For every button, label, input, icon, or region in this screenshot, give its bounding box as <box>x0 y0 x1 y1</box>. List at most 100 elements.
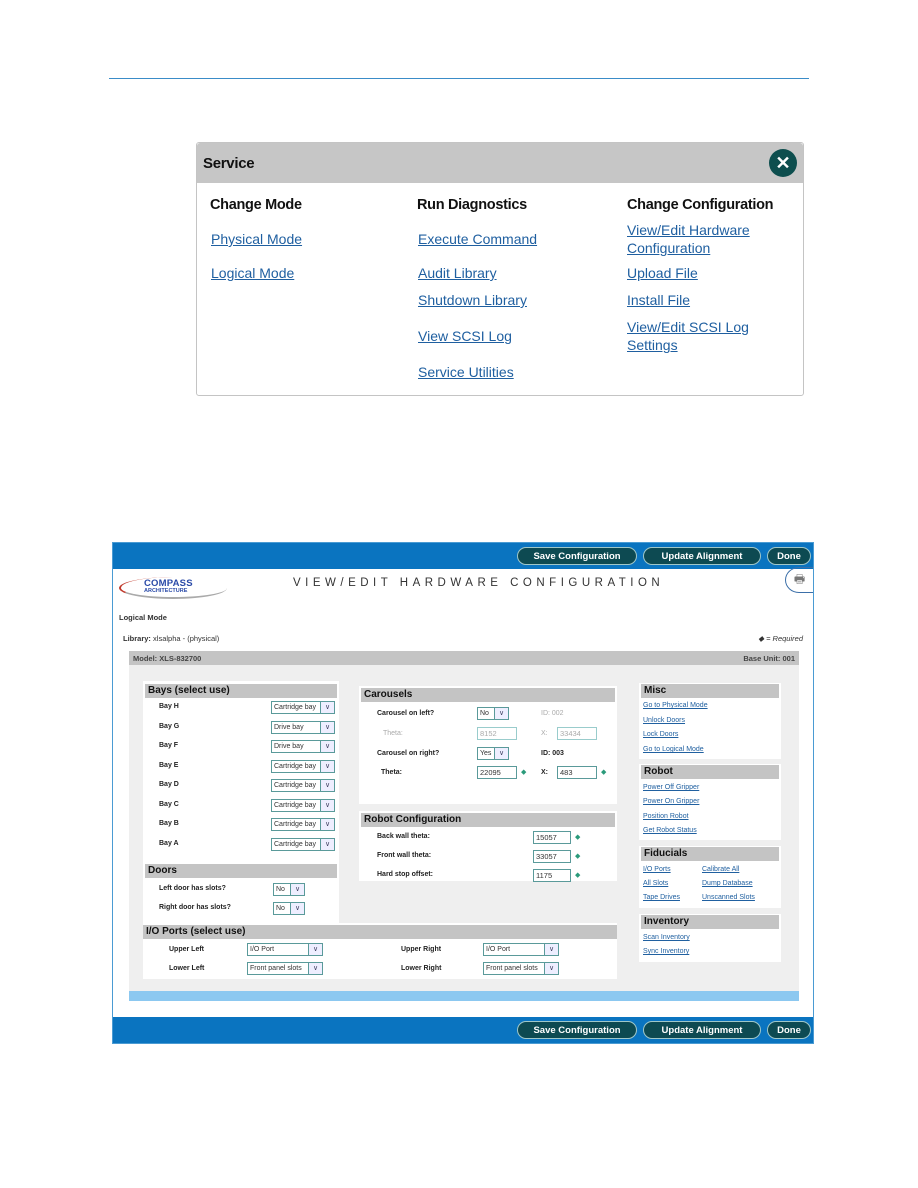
upper-left-select[interactable]: I/O Port ∨ <box>247 943 323 956</box>
carousel-right-theta-input[interactable]: 22095 <box>477 766 517 779</box>
audit-library-link[interactable]: Audit Library <box>418 264 497 282</box>
carousel-left-select[interactable]: No ∨ <box>477 707 509 720</box>
save-configuration-button[interactable]: Save Configuration <box>517 547 637 565</box>
lower-left-label: Lower Left <box>169 965 205 972</box>
go-to-logical-mode-link[interactable]: Go to Logical Mode <box>643 746 704 753</box>
sync-inventory-link[interactable]: Sync Inventory <box>643 948 689 955</box>
link-line: Settings <box>627 337 678 353</box>
required-icon: ◆ <box>575 834 581 841</box>
service-utilities-link[interactable]: Service Utilities <box>418 363 514 381</box>
lower-left-select[interactable]: Front panel slots ∨ <box>247 962 323 975</box>
carousel-right-select[interactable]: Yes ∨ <box>477 747 509 760</box>
select-value: Cartridge bay <box>274 821 317 828</box>
run-diagnostics-column: Run Diagnostics <box>417 197 527 213</box>
bay-select[interactable]: Drive bay ∨ <box>271 740 335 753</box>
carousel-left-x-input[interactable]: 33434 <box>557 727 597 740</box>
io-ports-panel: I/O Ports (select use) Upper Left I/O Po… <box>143 923 617 979</box>
carousel-left-theta-input[interactable]: 8152 <box>477 727 517 740</box>
view-edit-scsi-log-settings-link[interactable]: View/Edit SCSI Log Settings <box>627 318 749 354</box>
shutdown-library-link[interactable]: Shutdown Library <box>418 291 527 309</box>
bay-select[interactable]: Cartridge bay ∨ <box>271 818 335 831</box>
select-value: I/O Port <box>486 946 511 953</box>
update-alignment-button[interactable]: Update Alignment <box>643 1021 761 1039</box>
unscanned-slots-link[interactable]: Unscanned Slots <box>702 894 755 901</box>
lower-right-label: Lower Right <box>401 965 442 972</box>
chevron-down-icon: ∨ <box>320 819 334 830</box>
select-value: Cartridge bay <box>274 840 317 848</box>
mode-label: Logical Mode <box>119 613 167 622</box>
robot-config-input[interactable]: 1175 <box>533 869 571 882</box>
go-to-physical-mode-link[interactable]: Go to Physical Mode <box>643 702 708 709</box>
bay-select[interactable]: Drive bay ∨ <box>271 720 335 734</box>
carousel-left-label: Carousel on left? <box>377 710 435 717</box>
fiducial-io-ports-link[interactable]: I/O Ports <box>643 866 671 873</box>
chevron-down-icon: ∨ <box>320 838 334 850</box>
chevron-down-icon: ∨ <box>544 963 558 974</box>
run-diagnostics-heading: Run Diagnostics <box>417 197 527 213</box>
done-button[interactable]: Done <box>767 547 811 565</box>
required-icon: ◆ <box>521 769 527 776</box>
bottom-toolbar: Save Configuration Update Alignment Done <box>113 1017 813 1043</box>
upload-file-link[interactable]: Upload File <box>627 264 698 282</box>
bay-select[interactable]: Cartridge bay ∨ <box>271 701 335 714</box>
physical-mode-link[interactable]: Physical Mode <box>211 230 302 248</box>
change-mode-column: Change Mode <box>210 197 302 213</box>
lower-right-select[interactable]: Front panel slots ∨ <box>483 962 559 975</box>
select-value: Cartridge bay <box>274 801 317 809</box>
printer-icon[interactable]: 🖶 <box>785 567 813 593</box>
carousels-heading: Carousels <box>361 688 615 702</box>
select-value: Cartridge bay <box>274 782 317 789</box>
upper-right-select[interactable]: I/O Port ∨ <box>483 943 559 956</box>
select-value: Cartridge bay <box>274 704 317 711</box>
view-scsi-log-link[interactable]: View SCSI Log <box>418 327 512 345</box>
position-robot-link[interactable]: Position Robot <box>643 813 689 820</box>
logical-mode-link[interactable]: Logical Mode <box>211 264 294 282</box>
bay-select[interactable]: Cartridge bay ∨ <box>271 779 335 792</box>
execute-command-link[interactable]: Execute Command <box>418 230 537 248</box>
robot-panel: Robot Power Off Gripper Power On Gripper… <box>639 764 781 840</box>
hardware-config-screen: Save Configuration Update Alignment Done… <box>112 542 814 1044</box>
logo-subtext: ARCHITECTURE <box>144 588 188 594</box>
bay-label: Bay G <box>159 722 180 730</box>
view-edit-hardware-configuration-link[interactable]: View/Edit Hardware Configuration <box>627 221 750 257</box>
bays-heading: Bays (select use) <box>145 684 337 698</box>
done-button[interactable]: Done <box>767 1021 811 1039</box>
robot-config-input[interactable]: 15057 <box>533 831 571 844</box>
install-file-link[interactable]: Install File <box>627 291 690 309</box>
power-on-gripper-link[interactable]: Power On Gripper <box>643 798 699 805</box>
carousel-right-x-input[interactable]: 483 <box>557 766 597 779</box>
lock-doors-link[interactable]: Lock Doors <box>643 731 678 738</box>
bay-select[interactable]: Cartridge bay ∨ <box>271 759 335 773</box>
chevron-down-icon: ∨ <box>320 799 334 811</box>
tape-drives-link[interactable]: Tape Drives <box>643 894 680 901</box>
power-off-gripper-link[interactable]: Power Off Gripper <box>643 784 699 791</box>
close-icon[interactable]: ✕ <box>769 149 797 177</box>
calibrate-all-link[interactable]: Calibrate All <box>702 866 739 873</box>
misc-panel: Misc Go to Physical Mode Unlock Doors Lo… <box>639 683 781 759</box>
select-value: Cartridge bay <box>274 762 317 770</box>
left-door-select[interactable]: No ∨ <box>273 883 305 896</box>
robot-config-input[interactable]: 33057 <box>533 850 571 863</box>
unlock-doors-link[interactable]: Unlock Doors <box>643 717 685 724</box>
change-configuration-heading: Change Configuration <box>627 197 774 213</box>
fiducials-heading: Fiducials <box>641 847 779 861</box>
right-door-label: Right door has slots? <box>159 904 231 911</box>
required-icon: ◆ <box>575 853 581 860</box>
chevron-down-icon: ∨ <box>320 760 334 772</box>
get-robot-status-link[interactable]: Get Robot Status <box>643 827 697 834</box>
chevron-down-icon: ∨ <box>494 748 508 759</box>
link-line: View/Edit Hardware <box>627 222 750 238</box>
bay-select[interactable]: Cartridge bay ∨ <box>271 798 335 812</box>
chevron-down-icon: ∨ <box>308 963 322 974</box>
chevron-down-icon: ∨ <box>290 903 304 914</box>
select-value: I/O Port <box>250 946 275 953</box>
save-configuration-button[interactable]: Save Configuration <box>517 1021 637 1039</box>
link-line: View/Edit SCSI Log <box>627 319 749 335</box>
carousels-panel: Carousels Carousel on left? No ∨ ID: 002 … <box>359 686 617 804</box>
dump-database-link[interactable]: Dump Database <box>702 880 753 887</box>
bay-select[interactable]: Cartridge bay ∨ <box>271 837 335 851</box>
all-slots-link[interactable]: All Slots <box>643 880 668 887</box>
update-alignment-button[interactable]: Update Alignment <box>643 547 761 565</box>
scan-inventory-link[interactable]: Scan Inventory <box>643 934 690 941</box>
right-door-select[interactable]: No ∨ <box>273 902 305 915</box>
